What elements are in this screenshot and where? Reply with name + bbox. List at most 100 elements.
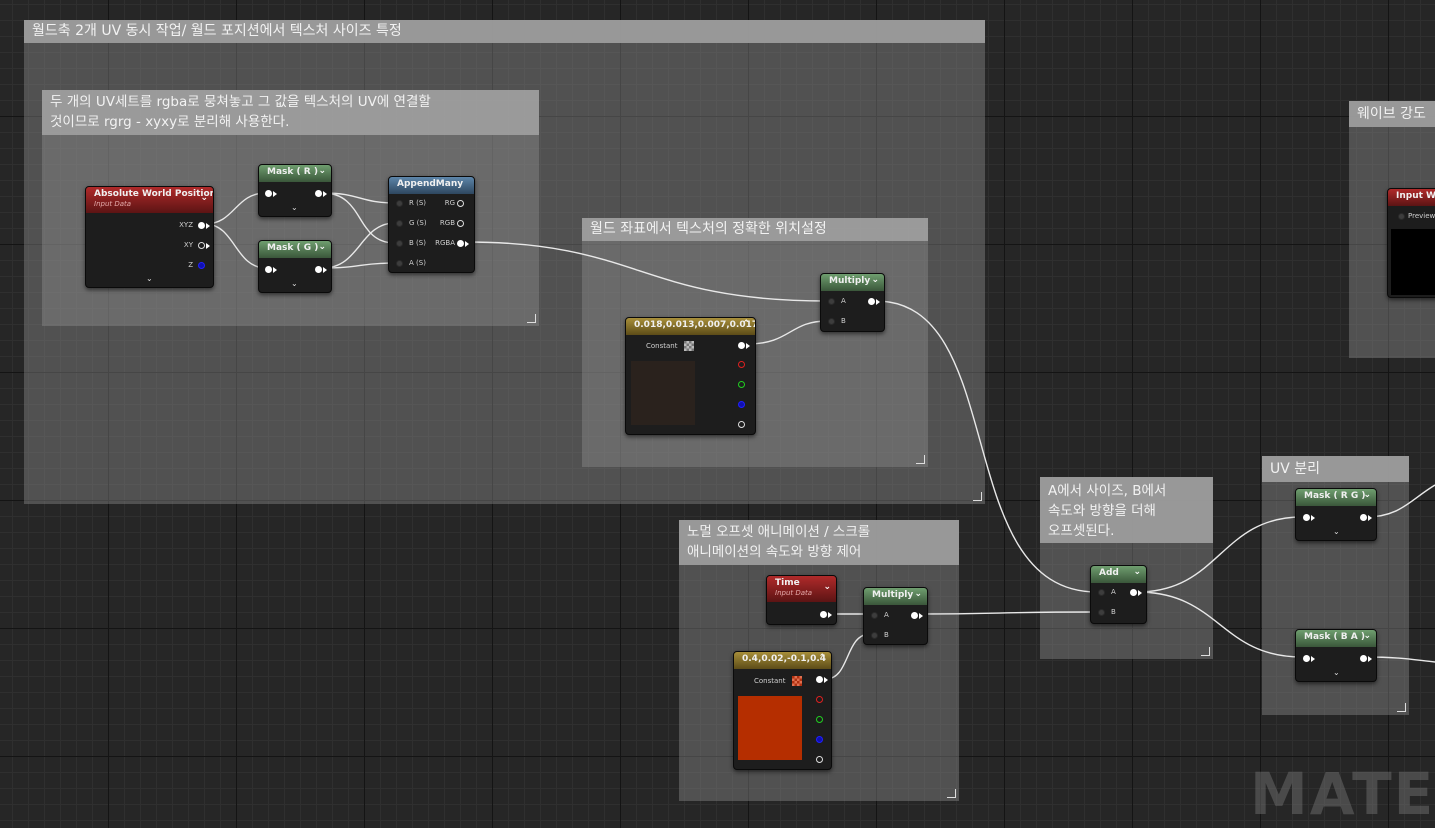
output-pin-rgba[interactable]	[816, 676, 823, 683]
resize-grip[interactable]	[916, 455, 925, 464]
node-mask-ba[interactable]: Mask ( B A ) ⌄ ⌄	[1295, 629, 1377, 682]
output-pin-rgba[interactable]	[457, 240, 464, 247]
resize-grip[interactable]	[527, 314, 536, 323]
output-pin-b[interactable]	[816, 736, 823, 743]
pin-arrow-icon	[828, 612, 832, 618]
comment-line: 것이므로 rgrg - xyxy로 분리해 사용한다.	[50, 114, 290, 130]
comment-title[interactable]: 두 개의 UV세트를 rgba로 뭉쳐놓고 그 값을 텍스처의 UV에 연결할 …	[42, 90, 539, 135]
output-pin[interactable]	[1360, 514, 1367, 521]
output-pin[interactable]	[820, 611, 827, 618]
preview-toggle[interactable]	[1398, 213, 1405, 220]
input-pin-b[interactable]	[871, 632, 878, 639]
node-header[interactable]: Add ⌄	[1091, 566, 1146, 583]
output-pin-xyz[interactable]	[198, 222, 205, 229]
node-time[interactable]: Time Input Data ⌄	[766, 575, 837, 625]
comment-title[interactable]: A에서 사이즈, B에서 속도와 방향을 더해 오프셋된다.	[1040, 477, 1213, 543]
input-pin-a[interactable]	[1098, 589, 1105, 596]
chevron-down-icon[interactable]: ⌄	[318, 166, 326, 176]
output-pin-rgb[interactable]	[457, 220, 464, 227]
output-pin-rgba[interactable]	[738, 342, 745, 349]
node-header[interactable]: Mask ( R G ) ⌄	[1296, 489, 1376, 506]
node-input-wind[interactable]: Input Win Preview	[1387, 188, 1435, 298]
output-pin-g[interactable]	[816, 716, 823, 723]
output-pin[interactable]	[868, 298, 875, 305]
output-pin[interactable]	[315, 190, 322, 197]
output-pin-r[interactable]	[816, 696, 823, 703]
node-header[interactable]: Mask ( G ) ⌄	[259, 241, 331, 258]
node-header[interactable]: AppendMany	[389, 177, 474, 194]
resize-grip[interactable]	[973, 492, 982, 501]
node-header[interactable]: Time Input Data ⌄	[767, 576, 836, 602]
input-pin-a[interactable]	[871, 612, 878, 619]
output-pin[interactable]	[1360, 655, 1367, 662]
node-header[interactable]: Absolute World Position Input Data ⌄	[86, 187, 213, 213]
node-absolute-world-position[interactable]: Absolute World Position Input Data ⌄ XYZ…	[85, 186, 214, 288]
node-header[interactable]: 0.018,0.013,0.007,0.017 ⌃	[626, 318, 755, 335]
output-pin-rg[interactable]	[457, 200, 464, 207]
input-pin-b[interactable]	[1098, 609, 1105, 616]
comment-title[interactable]: 월드 좌표에서 텍스처의 정확한 위치설정	[582, 218, 928, 241]
comment-title[interactable]: 노멀 오프셋 애니메이션 / 스크롤 애니메이션의 속도와 방향 제어	[679, 520, 959, 565]
input-pin[interactable]	[1303, 655, 1310, 662]
node-append-many[interactable]: AppendMany R (S) G (S) B (S) A (S) RG RG…	[388, 176, 475, 273]
input-pin-b[interactable]	[396, 240, 403, 247]
expand-chevron-icon[interactable]: ⌄	[1333, 527, 1340, 536]
node-header[interactable]: Multiply ⌄	[864, 588, 927, 605]
chevron-down-icon[interactable]: ⌄	[823, 582, 831, 592]
output-pin[interactable]	[911, 612, 918, 619]
chevron-down-icon[interactable]: ⌄	[318, 242, 326, 252]
comment-title[interactable]: 웨이브 강도	[1349, 101, 1435, 127]
input-pin-r[interactable]	[396, 200, 403, 207]
node-constant-speed[interactable]: 0.4,0.02,-0.1,0.4 ⌃ Constant	[733, 651, 832, 770]
output-pin-a[interactable]	[738, 421, 745, 428]
output-pin-a[interactable]	[816, 756, 823, 763]
chevron-up-icon[interactable]: ⌃	[742, 319, 750, 329]
node-mask-g[interactable]: Mask ( G ) ⌄ ⌄	[258, 240, 332, 293]
chevron-down-icon[interactable]: ⌄	[871, 275, 879, 285]
output-pin[interactable]	[315, 266, 322, 273]
chevron-down-icon[interactable]: ⌄	[1133, 567, 1141, 577]
node-mask-rg[interactable]: Mask ( R G ) ⌄ ⌄	[1295, 488, 1377, 541]
pin-arrow-icon	[876, 299, 880, 305]
input-pin-a[interactable]	[396, 260, 403, 267]
node-add[interactable]: Add ⌄ A B	[1090, 565, 1147, 624]
expand-chevron-icon[interactable]: ⌄	[1333, 668, 1340, 677]
output-pin-b[interactable]	[738, 401, 745, 408]
chevron-up-icon[interactable]: ⌃	[818, 653, 826, 663]
resize-grip[interactable]	[1201, 647, 1210, 656]
chevron-down-icon[interactable]: ⌄	[914, 589, 922, 599]
comment-title[interactable]: UV 분리	[1262, 456, 1409, 482]
node-title: Multiply	[829, 276, 871, 286]
node-header[interactable]: 0.4,0.02,-0.1,0.4 ⌃	[734, 652, 831, 669]
input-pin-b[interactable]	[828, 318, 835, 325]
output-pin-z[interactable]	[198, 262, 205, 269]
comment-title[interactable]: 월드축 2개 UV 동시 작업/ 월드 포지션에서 텍스처 사이즈 특정	[24, 20, 985, 43]
expand-chevron-icon[interactable]: ⌄	[291, 203, 298, 212]
expand-chevron-icon[interactable]: ⌄	[291, 279, 298, 288]
chevron-down-icon[interactable]: ⌄	[1363, 631, 1371, 641]
resize-grip[interactable]	[1397, 703, 1406, 712]
output-pin-r[interactable]	[738, 361, 745, 368]
input-pin-a[interactable]	[828, 298, 835, 305]
node-header[interactable]: Mask ( B A ) ⌄	[1296, 630, 1376, 647]
output-pin-xy[interactable]	[198, 242, 205, 249]
node-multiply[interactable]: Multiply ⌄ A B	[863, 587, 928, 645]
resize-grip[interactable]	[947, 789, 956, 798]
output-pin[interactable]	[1130, 589, 1137, 596]
chevron-down-icon[interactable]: ⌄	[200, 193, 208, 203]
node-mask-r[interactable]: Mask ( R ) ⌄ ⌄	[258, 164, 332, 217]
node-header[interactable]: Mask ( R ) ⌄	[259, 165, 331, 182]
node-header[interactable]: Input Win	[1388, 189, 1435, 206]
expand-chevron-icon[interactable]: ⌄	[146, 274, 153, 283]
input-pin[interactable]	[265, 266, 272, 273]
node-header[interactable]: Multiply ⌄	[821, 274, 884, 291]
input-pin-g[interactable]	[396, 220, 403, 227]
input-pin[interactable]	[265, 190, 272, 197]
pin-arrow-icon	[1311, 656, 1315, 662]
chevron-down-icon[interactable]: ⌄	[1363, 490, 1371, 500]
node-multiply[interactable]: Multiply ⌄ A B	[820, 273, 885, 332]
node-constant-size[interactable]: 0.018,0.013,0.007,0.017 ⌃ Constant	[625, 317, 756, 435]
input-pin[interactable]	[1303, 514, 1310, 521]
preview-image	[1391, 229, 1435, 295]
output-pin-g[interactable]	[738, 381, 745, 388]
